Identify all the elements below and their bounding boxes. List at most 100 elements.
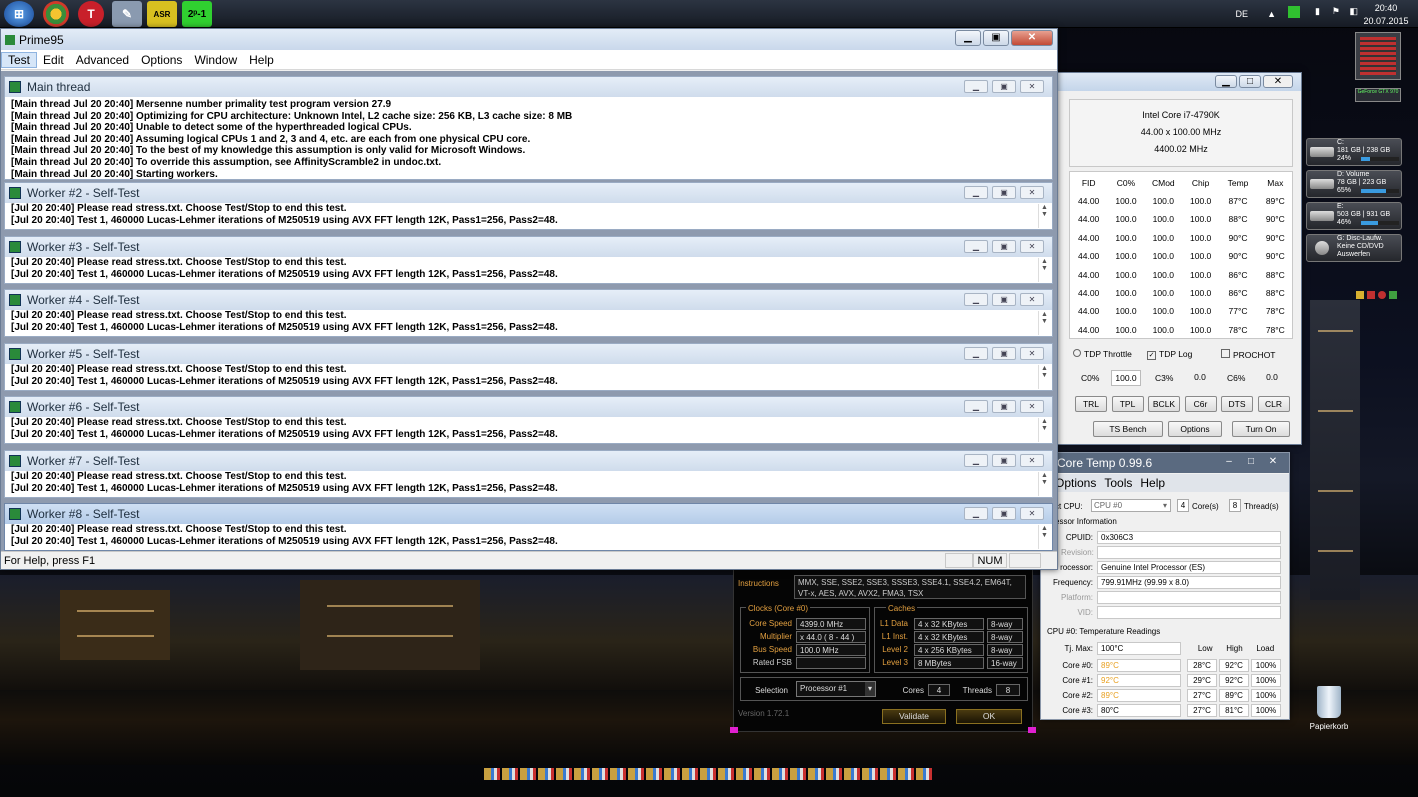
- ts-dts-button[interactable]: DTS: [1221, 396, 1253, 412]
- log-scrollbar[interactable]: ▲ ▼: [1038, 472, 1050, 496]
- close-button[interactable]: ✕: [1011, 30, 1053, 46]
- maximize-button[interactable]: ▣: [992, 454, 1016, 467]
- flag-icon[interactable]: ⚑: [1332, 6, 1340, 17]
- worker-titlebar[interactable]: Worker #6 - Self-Test ▁ ▣ ✕: [5, 397, 1052, 417]
- tdp-throttle-checkbox[interactable]: TDP Throttle: [1073, 349, 1132, 359]
- close-button[interactable]: ✕: [1020, 347, 1044, 360]
- minimize-button[interactable]: ▁: [1215, 75, 1237, 88]
- ts-trl-button[interactable]: TRL: [1075, 396, 1107, 412]
- close-button[interactable]: ✕: [1020, 454, 1044, 467]
- maximize-button[interactable]: ▣: [992, 347, 1016, 360]
- ts-c6r-button[interactable]: C6r: [1184, 396, 1217, 412]
- close-button[interactable]: ✕: [1020, 400, 1044, 413]
- close-button[interactable]: ✕: [1020, 80, 1044, 93]
- ts-clr-button[interactable]: CLR: [1257, 396, 1290, 412]
- minimize-button[interactable]: ▁: [955, 30, 981, 46]
- tool-icon[interactable]: ✎: [112, 1, 142, 27]
- chrome-icon[interactable]: [43, 1, 69, 27]
- tray-arrow-icon[interactable]: ▲: [1267, 9, 1276, 19]
- maximize-button[interactable]: ▣: [992, 293, 1016, 306]
- worker-titlebar[interactable]: Worker #3 - Self-Test ▁ ▣ ✕: [5, 237, 1052, 257]
- maximize-button[interactable]: ▣: [992, 240, 1016, 253]
- maximize-button[interactable]: □: [1239, 75, 1261, 88]
- log-scrollbar[interactable]: ▲ ▼: [1038, 204, 1050, 228]
- worker-titlebar[interactable]: Worker #4 - Self-Test ▁ ▣ ✕: [5, 290, 1052, 310]
- asrock-icon[interactable]: ASR: [147, 1, 177, 27]
- gadget-icon[interactable]: [1367, 291, 1375, 299]
- prime-icon[interactable]: 2ᵖ-1: [182, 1, 212, 27]
- menu-help[interactable]: Help: [1140, 474, 1165, 492]
- worker-titlebar[interactable]: Worker #2 - Self-Test ▁ ▣ ✕: [5, 183, 1052, 203]
- minimize-button[interactable]: ▁: [964, 347, 988, 360]
- gadget-icon[interactable]: [1389, 291, 1397, 299]
- prochot-checkbox[interactable]: PROCHOT: [1221, 349, 1276, 360]
- close-button[interactable]: ✕: [1020, 240, 1044, 253]
- maximize-button[interactable]: □: [1241, 456, 1261, 469]
- drive-gadget-c[interactable]: C: 181 GB | 238 GB 24%: [1306, 138, 1402, 166]
- menu-advanced[interactable]: Advanced: [70, 53, 135, 67]
- ok-button[interactable]: OK: [956, 709, 1022, 724]
- network-icon[interactable]: ▮: [1315, 6, 1320, 17]
- quick-launch-icons[interactable]: [484, 768, 934, 780]
- gadget-icon[interactable]: [1356, 291, 1364, 299]
- clock[interactable]: 20:40 20.07.2015: [1362, 3, 1410, 26]
- dvd-gadget[interactable]: G: Disc-Laufw. Keine CD/DVD Auswerfen: [1306, 234, 1402, 262]
- processor-select[interactable]: Processor #1 ▾: [796, 681, 876, 697]
- eject-link[interactable]: Auswerfen: [1337, 251, 1401, 259]
- worker-titlebar[interactable]: Worker #8 - Self-Test ▁ ▣ ✕: [5, 504, 1052, 524]
- worker-titlebar[interactable]: Worker #7 - Self-Test ▁ ▣ ✕: [5, 451, 1052, 471]
- minimize-button[interactable]: ▁: [964, 293, 988, 306]
- close-button[interactable]: ✕: [1263, 75, 1293, 88]
- menu-tools[interactable]: Tools: [1104, 474, 1132, 492]
- minimize-button[interactable]: ▁: [964, 454, 988, 467]
- maximize-button[interactable]: ▣: [983, 30, 1009, 46]
- log-scrollbar[interactable]: ▲ ▼: [1038, 365, 1050, 389]
- t-app-icon[interactable]: T: [78, 1, 104, 27]
- log-scrollbar[interactable]: ▲ ▼: [1038, 258, 1050, 282]
- log-scrollbar[interactable]: ▲ ▼: [1038, 311, 1050, 335]
- ts-bclk-button[interactable]: BCLK: [1148, 396, 1180, 412]
- speaker-icon[interactable]: ◧: [1349, 6, 1358, 17]
- options-button[interactable]: Options: [1168, 421, 1222, 437]
- menu-help[interactable]: Help: [243, 53, 280, 67]
- drive-gadget-d[interactable]: D: Volume 78 GB | 223 GB 65%: [1306, 170, 1402, 198]
- close-button[interactable]: ✕: [1020, 293, 1044, 306]
- worker-titlebar[interactable]: Worker #5 - Self-Test ▁ ▣ ✕: [5, 344, 1052, 364]
- drive-gadget-e[interactable]: E: 503 GB | 931 GB 46%: [1306, 202, 1402, 230]
- coretemp-titlebar[interactable]: Core Temp 0.99.6 – □ ✕: [1041, 453, 1289, 473]
- maximize-button[interactable]: ▣: [992, 507, 1016, 520]
- cpu-select[interactable]: CPU #0 ▾: [1091, 499, 1171, 512]
- minimize-button[interactable]: ▁: [964, 507, 988, 520]
- close-button[interactable]: ✕: [1020, 186, 1044, 199]
- tray-app-icon[interactable]: [1288, 6, 1300, 18]
- ts-bench-button[interactable]: TS Bench: [1093, 421, 1163, 437]
- main-thread-titlebar[interactable]: Main thread ▁ ▣ ✕: [5, 77, 1052, 97]
- menu-options[interactable]: Options: [1055, 474, 1096, 492]
- gadget-icon[interactable]: [1378, 291, 1386, 299]
- maximize-button[interactable]: ▣: [992, 186, 1016, 199]
- minimize-button[interactable]: ▁: [964, 400, 988, 413]
- windows-orb-icon[interactable]: ⊞: [4, 1, 34, 27]
- prime95-titlebar[interactable]: Prime95 ▁ ▣ ✕: [1, 29, 1057, 50]
- ts-tpl-button[interactable]: TPL: [1111, 396, 1144, 412]
- menu-test[interactable]: Test: [1, 51, 38, 68]
- menu-options[interactable]: Options: [135, 53, 188, 67]
- tdp-log-checkbox[interactable]: ✓ TDP Log: [1147, 349, 1192, 360]
- throttlestop-titlebar[interactable]: ▁ □ ✕: [1057, 73, 1301, 91]
- menu-window[interactable]: Window: [188, 53, 243, 67]
- close-button[interactable]: ✕: [1020, 507, 1044, 520]
- minimize-button[interactable]: ▁: [964, 240, 988, 253]
- maximize-button[interactable]: ▣: [992, 400, 1016, 413]
- close-button[interactable]: ✕: [1263, 456, 1283, 469]
- language-indicator[interactable]: DE: [1235, 9, 1248, 19]
- minimize-button[interactable]: ▁: [964, 186, 988, 199]
- turn-on-button[interactable]: Turn On: [1232, 421, 1290, 437]
- log-scrollbar[interactable]: ▲ ▼: [1038, 418, 1050, 442]
- menu-edit[interactable]: Edit: [37, 53, 70, 67]
- maximize-button[interactable]: ▣: [992, 80, 1016, 93]
- validate-button[interactable]: Validate: [882, 709, 946, 724]
- minimize-button[interactable]: –: [1219, 456, 1239, 469]
- minimize-button[interactable]: ▁: [964, 80, 988, 93]
- recycle-bin[interactable]: Papierkorb: [1303, 686, 1355, 731]
- log-scrollbar[interactable]: ▲ ▼: [1038, 525, 1050, 549]
